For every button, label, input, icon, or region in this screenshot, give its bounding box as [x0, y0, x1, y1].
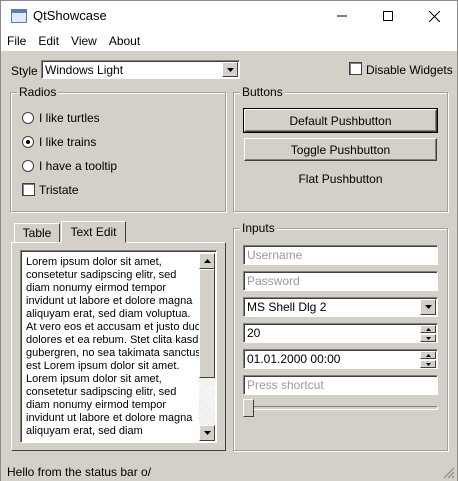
chevron-up-icon — [203, 259, 211, 263]
chevron-down-icon — [203, 431, 211, 435]
status-text: Hello from the status bar o/ — [7, 465, 152, 479]
spinbox[interactable]: 20 — [243, 323, 438, 343]
tristate-label: Tristate — [39, 183, 79, 197]
scroll-down-button[interactable] — [199, 425, 215, 441]
text-edit-content: Lorem ipsum dolor sit amet, consetetur s… — [26, 256, 201, 437]
style-combobox[interactable]: Windows Light — [41, 60, 240, 79]
text-edit[interactable]: Lorem ipsum dolor sit amet, consetetur s… — [20, 250, 217, 443]
radio-tooltip-label: I have a tooltip — [39, 159, 118, 173]
default-pushbutton[interactable]: Default Pushbutton — [243, 108, 438, 133]
radio-turtles-label: I like turtles — [39, 111, 100, 125]
toggle-pushbutton[interactable]: Toggle Pushbutton — [244, 138, 437, 161]
maximize-button[interactable] — [365, 1, 411, 31]
datetime-down-button[interactable] — [420, 360, 436, 368]
username-field[interactable]: Username — [243, 245, 438, 265]
minimize-button[interactable] — [319, 1, 365, 31]
spinbox-buttons — [420, 325, 436, 342]
datetime-buttons — [420, 351, 436, 368]
spinbox-down-button[interactable] — [420, 334, 436, 342]
maximize-icon — [383, 11, 393, 21]
radio-trains-label: I like trains — [39, 135, 97, 149]
datetime-edit[interactable]: 01.01.2000 00:00 — [243, 349, 438, 369]
font-combobox-dropdown-button[interactable] — [420, 299, 436, 315]
status-bar: Hello from the status bar o/ — [1, 461, 457, 481]
close-button[interactable] — [411, 1, 457, 31]
password-field[interactable]: Password — [243, 271, 438, 291]
resize-grip-icon[interactable] — [443, 467, 455, 479]
slider-groove[interactable] — [243, 406, 438, 410]
spinbox-value: 20 — [247, 326, 261, 340]
chevron-up-icon — [425, 353, 431, 357]
tab-text-edit[interactable]: Text Edit — [61, 221, 126, 243]
disable-widgets-checkbox[interactable] — [349, 62, 362, 75]
disable-widgets-label: Disable Widgets — [366, 63, 453, 77]
shortcut-field[interactable]: Press shortcut — [243, 375, 438, 395]
slider-handle[interactable] — [243, 399, 254, 417]
buttons-group-title: Buttons — [240, 85, 285, 99]
title-bar[interactable]: QtShowcase — [1, 1, 457, 31]
style-label: Style — [11, 64, 38, 78]
font-combobox[interactable]: MS Shell Dlg 2 — [243, 297, 438, 317]
radios-group-title: Radios — [17, 85, 59, 99]
close-icon — [428, 10, 440, 22]
username-placeholder: Username — [247, 248, 303, 262]
vertical-scrollbar[interactable] — [199, 253, 215, 441]
chevron-down-icon — [425, 362, 431, 366]
tristate-checkbox[interactable] — [22, 183, 35, 196]
spinbox-up-button[interactable] — [420, 325, 436, 333]
inputs-group-title: Inputs — [240, 221, 277, 235]
menu-about[interactable]: About — [103, 31, 146, 51]
font-combobox-value: MS Shell Dlg 2 — [247, 300, 327, 314]
minimize-icon — [337, 15, 347, 17]
chevron-down-icon — [425, 336, 431, 340]
chevron-down-icon — [226, 67, 234, 72]
style-combobox-dropdown-button[interactable] — [222, 62, 238, 77]
main-window: QtShowcase File Edit View About Style Wi… — [0, 0, 458, 481]
style-combobox-value: Windows Light — [45, 63, 124, 77]
menu-view[interactable]: View — [65, 31, 103, 51]
tab-table[interactable]: Table — [14, 223, 60, 243]
shortcut-placeholder: Press shortcut — [247, 378, 324, 392]
flat-pushbutton[interactable]: Flat Pushbutton — [244, 172, 437, 186]
radio-tooltip[interactable] — [22, 160, 34, 172]
app-icon — [11, 9, 27, 23]
radio-trains[interactable] — [22, 136, 34, 148]
datetime-up-button[interactable] — [420, 351, 436, 359]
menu-edit[interactable]: Edit — [32, 31, 65, 51]
chevron-up-icon — [425, 327, 431, 331]
password-placeholder: Password — [247, 274, 300, 288]
window-title: QtShowcase — [33, 8, 107, 23]
menu-file[interactable]: File — [1, 31, 32, 51]
scroll-up-button[interactable] — [199, 253, 215, 269]
menu-bar: File Edit View About — [1, 31, 457, 51]
radio-turtles[interactable] — [22, 112, 34, 124]
scrollbar-thumb[interactable] — [199, 269, 215, 378]
datetime-value: 01.01.2000 00:00 — [247, 352, 341, 366]
chevron-down-icon — [424, 305, 432, 309]
